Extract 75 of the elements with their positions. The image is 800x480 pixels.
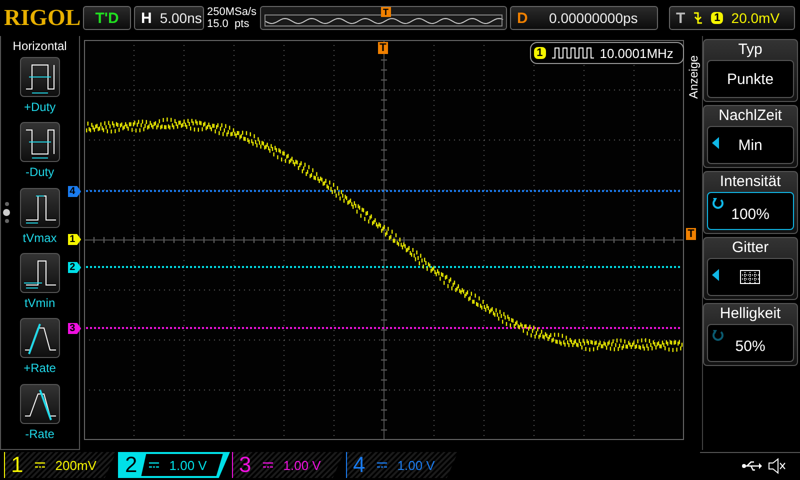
channel-marker[interactable]: 4 bbox=[68, 186, 82, 197]
channel-tab[interactable]: 1 200mV bbox=[4, 452, 116, 478]
dc-coupling-icon bbox=[35, 462, 46, 468]
channel-scale: 200mV bbox=[55, 458, 96, 472]
sample-rate: 250MSa/s bbox=[207, 6, 257, 18]
menu-value-field[interactable]: 50% bbox=[706, 324, 794, 362]
channel-tab[interactable]: 3 1.00 V bbox=[232, 452, 344, 478]
logo: RIGOL bbox=[4, 5, 80, 31]
measure-label: -Duty bbox=[25, 165, 54, 180]
measure-label: tVmin bbox=[24, 296, 56, 310]
channel-tab[interactable]: 2 1.00 V bbox=[118, 452, 230, 478]
menu-label: Helligkeit bbox=[720, 305, 781, 322]
channel-marker[interactable]: 3 bbox=[68, 323, 82, 334]
channel-scale: 1.00 V bbox=[169, 458, 207, 472]
menu-label: Typ bbox=[738, 41, 762, 58]
menu-item[interactable]: Typ Punkte bbox=[702, 39, 798, 102]
measure-button[interactable] bbox=[20, 318, 60, 358]
channel-scale: 1.00 V bbox=[397, 458, 435, 472]
trigger-source: 1 bbox=[711, 12, 724, 24]
dc-coupling-icon bbox=[149, 462, 160, 468]
trigger-level-marker: T bbox=[686, 228, 696, 240]
menu-label: NachlZeit bbox=[718, 107, 782, 124]
menu-label: Gitter bbox=[732, 239, 769, 256]
frequency-value: 10.0001MHz bbox=[600, 46, 674, 60]
measure-button[interactable] bbox=[20, 188, 60, 228]
menu-item[interactable]: NachlZeit Min bbox=[702, 105, 798, 168]
menu-value-field[interactable]: 100% bbox=[706, 192, 794, 230]
menu-title: Anzeige bbox=[686, 55, 700, 99]
channel-badge: 1 bbox=[534, 47, 546, 59]
left-arrow-icon bbox=[712, 137, 719, 149]
menu-value: Punkte bbox=[726, 70, 774, 88]
menu-value-field[interactable]: Min bbox=[706, 126, 794, 164]
menu-value: 100% bbox=[731, 206, 770, 222]
measure-button[interactable] bbox=[20, 252, 60, 293]
memory-depth: 15.0 pts bbox=[207, 18, 250, 30]
dc-coupling-icon bbox=[377, 462, 388, 468]
grid-icon bbox=[740, 270, 760, 284]
menu-item[interactable]: Helligkeit 50% bbox=[702, 303, 798, 366]
menu-title: Horizontal bbox=[12, 39, 67, 53]
menu-value-field[interactable]: Punkte bbox=[706, 60, 794, 98]
falling-edge-icon bbox=[693, 11, 704, 25]
channel-tab[interactable]: 4 1.00 V bbox=[346, 452, 458, 478]
menu-item[interactable]: Gitter bbox=[702, 237, 798, 300]
measure-button[interactable] bbox=[20, 57, 60, 97]
trigger-position-marker: T bbox=[378, 42, 388, 54]
channel-number: 2 bbox=[125, 452, 138, 478]
channel-marker[interactable]: 1 bbox=[68, 234, 82, 245]
menu-item[interactable]: Intensität 100% bbox=[702, 171, 798, 234]
menu-value: 50% bbox=[735, 338, 766, 354]
measure-button[interactable] bbox=[20, 384, 60, 424]
channel-marker[interactable]: 2 bbox=[68, 262, 82, 273]
menu-value-field[interactable] bbox=[706, 258, 794, 296]
knob-icon bbox=[712, 329, 724, 341]
square-wave-icon bbox=[552, 47, 594, 59]
speaker-muted-icon bbox=[768, 458, 786, 474]
menu-value: Min bbox=[738, 136, 762, 154]
usb-icon bbox=[742, 460, 762, 472]
measure-label: +Rate bbox=[24, 361, 56, 376]
measure-label: +Duty bbox=[24, 100, 56, 114]
menu-label: Intensität bbox=[720, 173, 781, 190]
channel-number: 1 bbox=[11, 452, 24, 478]
channel-scale: 1.00 V bbox=[283, 458, 321, 472]
delay-field[interactable]: D 0.00000000ps bbox=[510, 6, 658, 30]
channel-number: 3 bbox=[239, 452, 252, 478]
measure-label: -Rate bbox=[25, 426, 54, 441]
measure-button[interactable] bbox=[20, 122, 60, 162]
measure-label: tVmax bbox=[22, 230, 57, 245]
timebase-field[interactable]: H 5.00ns bbox=[134, 6, 204, 30]
channel-number: 4 bbox=[353, 452, 366, 478]
left-arrow-icon bbox=[712, 269, 719, 281]
run-status[interactable]: T'D bbox=[83, 6, 131, 30]
dc-coupling-icon bbox=[263, 462, 274, 468]
knob-icon bbox=[712, 197, 724, 209]
trigger-position-marker: T bbox=[381, 7, 390, 17]
trigger-field[interactable]: T 1 20.0mV bbox=[669, 6, 795, 30]
